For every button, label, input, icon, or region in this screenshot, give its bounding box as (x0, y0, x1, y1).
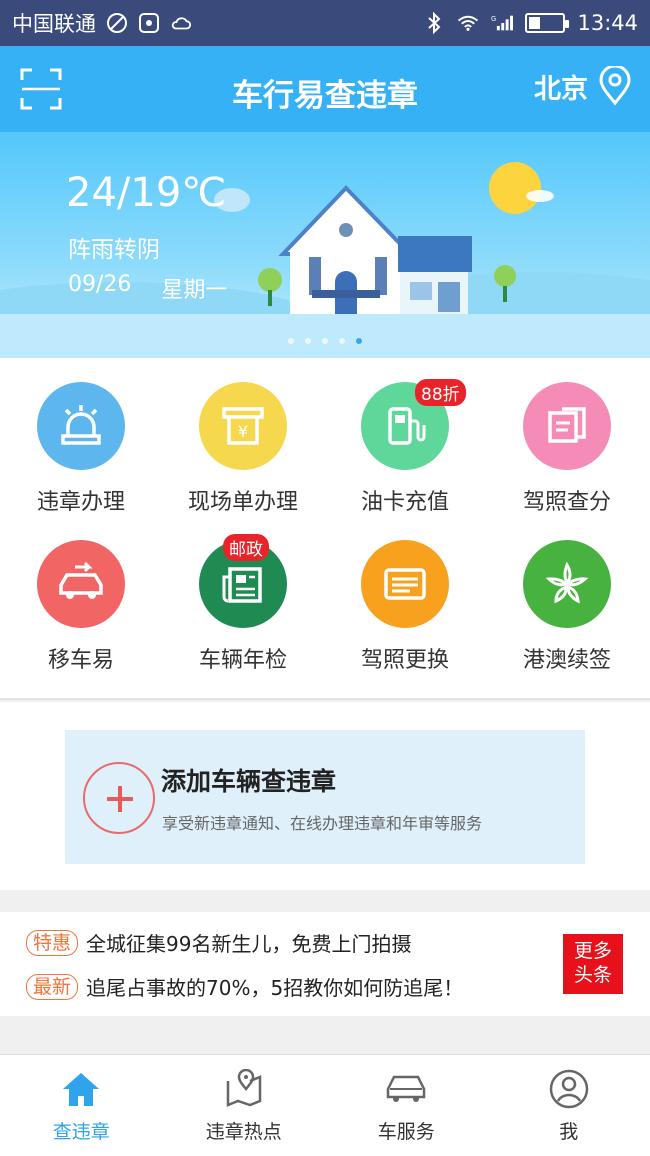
carousel-dot (339, 338, 345, 344)
svg-text:G: G (491, 15, 496, 23)
app-notification-icon (138, 12, 160, 34)
more-headlines-button[interactable]: 更多 头条 (563, 934, 623, 994)
tab-me[interactable]: 我 (488, 1055, 650, 1156)
bluetooth-icon (423, 11, 445, 35)
battery-icon (525, 13, 570, 33)
location-pin-icon (599, 66, 631, 106)
news-tag: 特惠 (26, 929, 79, 956)
more-label-line2: 头条 (573, 964, 612, 986)
add-vehicle-subtitle: 享受新违章通知、在线办理违章和年审等服务 (162, 814, 483, 833)
map-pin-icon (222, 1067, 266, 1111)
tab-check-violations[interactable]: 查违章 (0, 1055, 163, 1156)
city-label: 北京 (534, 73, 588, 105)
service-icon-circle (523, 540, 611, 628)
svg-text:¥: ¥ (238, 422, 248, 441)
service-annual-inspection[interactable]: 邮政 车辆年检 (162, 534, 324, 674)
tab-label: 查违章 (52, 1121, 110, 1143)
siren-icon (61, 405, 101, 445)
license-book-icon (548, 407, 586, 443)
date-label: 09/26 (68, 272, 132, 297)
service-label: 违章办理 (36, 490, 125, 515)
no-disturb-icon (106, 12, 128, 34)
bauhinia-icon (545, 561, 589, 604)
receipt-icon: ¥ (222, 407, 264, 445)
scan-icon (20, 68, 62, 110)
weekday-label: 星期一 (161, 278, 228, 303)
service-icon-circle: ¥ (199, 382, 287, 470)
status-bar: 中国联通 G 13:44 (0, 0, 650, 46)
service-license-renewal[interactable]: 驾照更换 (324, 540, 486, 674)
carousel-dot (305, 338, 311, 344)
carousel-dot (356, 338, 362, 344)
add-vehicle-title: 添加车辆查违章 (161, 767, 337, 796)
news-item[interactable]: 特惠 全城征集99名新生儿，免费上门拍摄 (26, 928, 411, 957)
discount-badge: 88折 (415, 379, 466, 406)
carousel-dot (288, 338, 294, 344)
service-label: 车辆年检 (198, 648, 287, 673)
city-selector[interactable]: 北京 (534, 66, 632, 106)
carrier-label: 中国联通 (12, 12, 96, 36)
carousel-dot (322, 338, 328, 344)
service-move-car[interactable]: 移车易 (0, 540, 162, 674)
service-label: 移车易 (47, 648, 114, 673)
service-violation-handling[interactable]: 违章办理 (0, 382, 162, 516)
top-app-bar: 车行易查违章 北京 (0, 46, 650, 132)
more-label-line1: 更多 (573, 940, 612, 962)
news-item[interactable]: 最新 追尾占事故的70%，5招教你如何防追尾！ (26, 972, 463, 1001)
service-grid: 违章办理 ¥ 现场单办理 88折 油卡充值 驾照查分 移车易 邮政 车辆年检 驾… (0, 358, 650, 700)
headline-news: 特惠 全城征集99名新生儿，免费上门拍摄 最新 追尾占事故的70%，5招教你如何… (0, 912, 650, 1016)
signal-icon: G (491, 12, 514, 34)
newspaper-icon (222, 567, 262, 603)
tab-label: 车服务 (377, 1121, 435, 1143)
id-card-icon (384, 568, 426, 600)
car-icon (384, 1067, 428, 1111)
add-plus-icon (83, 762, 155, 834)
bottom-tab-bar: 查违章 违章热点 车服务 我 (0, 1054, 650, 1156)
service-label: 港澳续签 (522, 648, 611, 673)
add-vehicle-section: 添加车辆查违章 享受新违章通知、在线办理违章和年审等服务 (0, 702, 650, 890)
tab-label: 我 (559, 1121, 579, 1143)
user-icon (547, 1067, 591, 1111)
service-label: 驾照查分 (522, 490, 611, 515)
weather-description: 阵雨转阴 (68, 237, 160, 263)
service-onsite-ticket[interactable]: ¥ 现场单办理 (162, 382, 324, 516)
scan-button[interactable] (20, 68, 62, 110)
temperature-label: 24/19℃ (66, 170, 227, 216)
add-vehicle-card[interactable]: 添加车辆查违章 享受新违章通知、在线办理违章和年审等服务 (65, 730, 585, 864)
news-tag: 最新 (26, 973, 79, 1000)
service-icon-circle (361, 540, 449, 628)
service-label: 现场单办理 (187, 490, 298, 515)
carousel-indicator (0, 338, 650, 344)
weather-banner[interactable]: 24/19℃ 阵雨转阴 09/26 星期一 (0, 132, 650, 358)
news-text: 追尾占事故的70%，5招教你如何防追尾！ (86, 976, 464, 1000)
postal-badge: 邮政 (223, 534, 269, 561)
tab-car-service[interactable]: 车服务 (325, 1055, 488, 1156)
cloud-weather-icon (170, 12, 192, 34)
service-icon-circle: 邮政 (199, 534, 287, 628)
service-icon-circle (37, 382, 125, 470)
service-license-points[interactable]: 驾照查分 (486, 382, 648, 516)
weather-date: 09/26 星期一 (68, 272, 227, 304)
service-icon-circle (523, 382, 611, 470)
service-fuel-card[interactable]: 88折 油卡充值 (324, 379, 486, 516)
home-icon (59, 1067, 103, 1111)
news-text: 全城征集99名新生儿，免费上门拍摄 (86, 932, 412, 956)
clock-time: 13:44 (577, 11, 638, 35)
service-hk-macau-visa[interactable]: 港澳续签 (486, 540, 648, 674)
fuel-pump-icon (388, 407, 426, 445)
service-label: 油卡充值 (360, 490, 449, 515)
banner-ground (0, 314, 650, 358)
tab-label: 违章热点 (205, 1121, 282, 1143)
tab-violation-hotspots[interactable]: 违章热点 (163, 1055, 326, 1156)
service-label: 驾照更换 (360, 648, 449, 673)
car-move-icon (59, 561, 103, 599)
wifi-icon (457, 12, 479, 34)
service-icon-circle (37, 540, 125, 628)
service-icon-circle: 88折 (361, 379, 466, 470)
